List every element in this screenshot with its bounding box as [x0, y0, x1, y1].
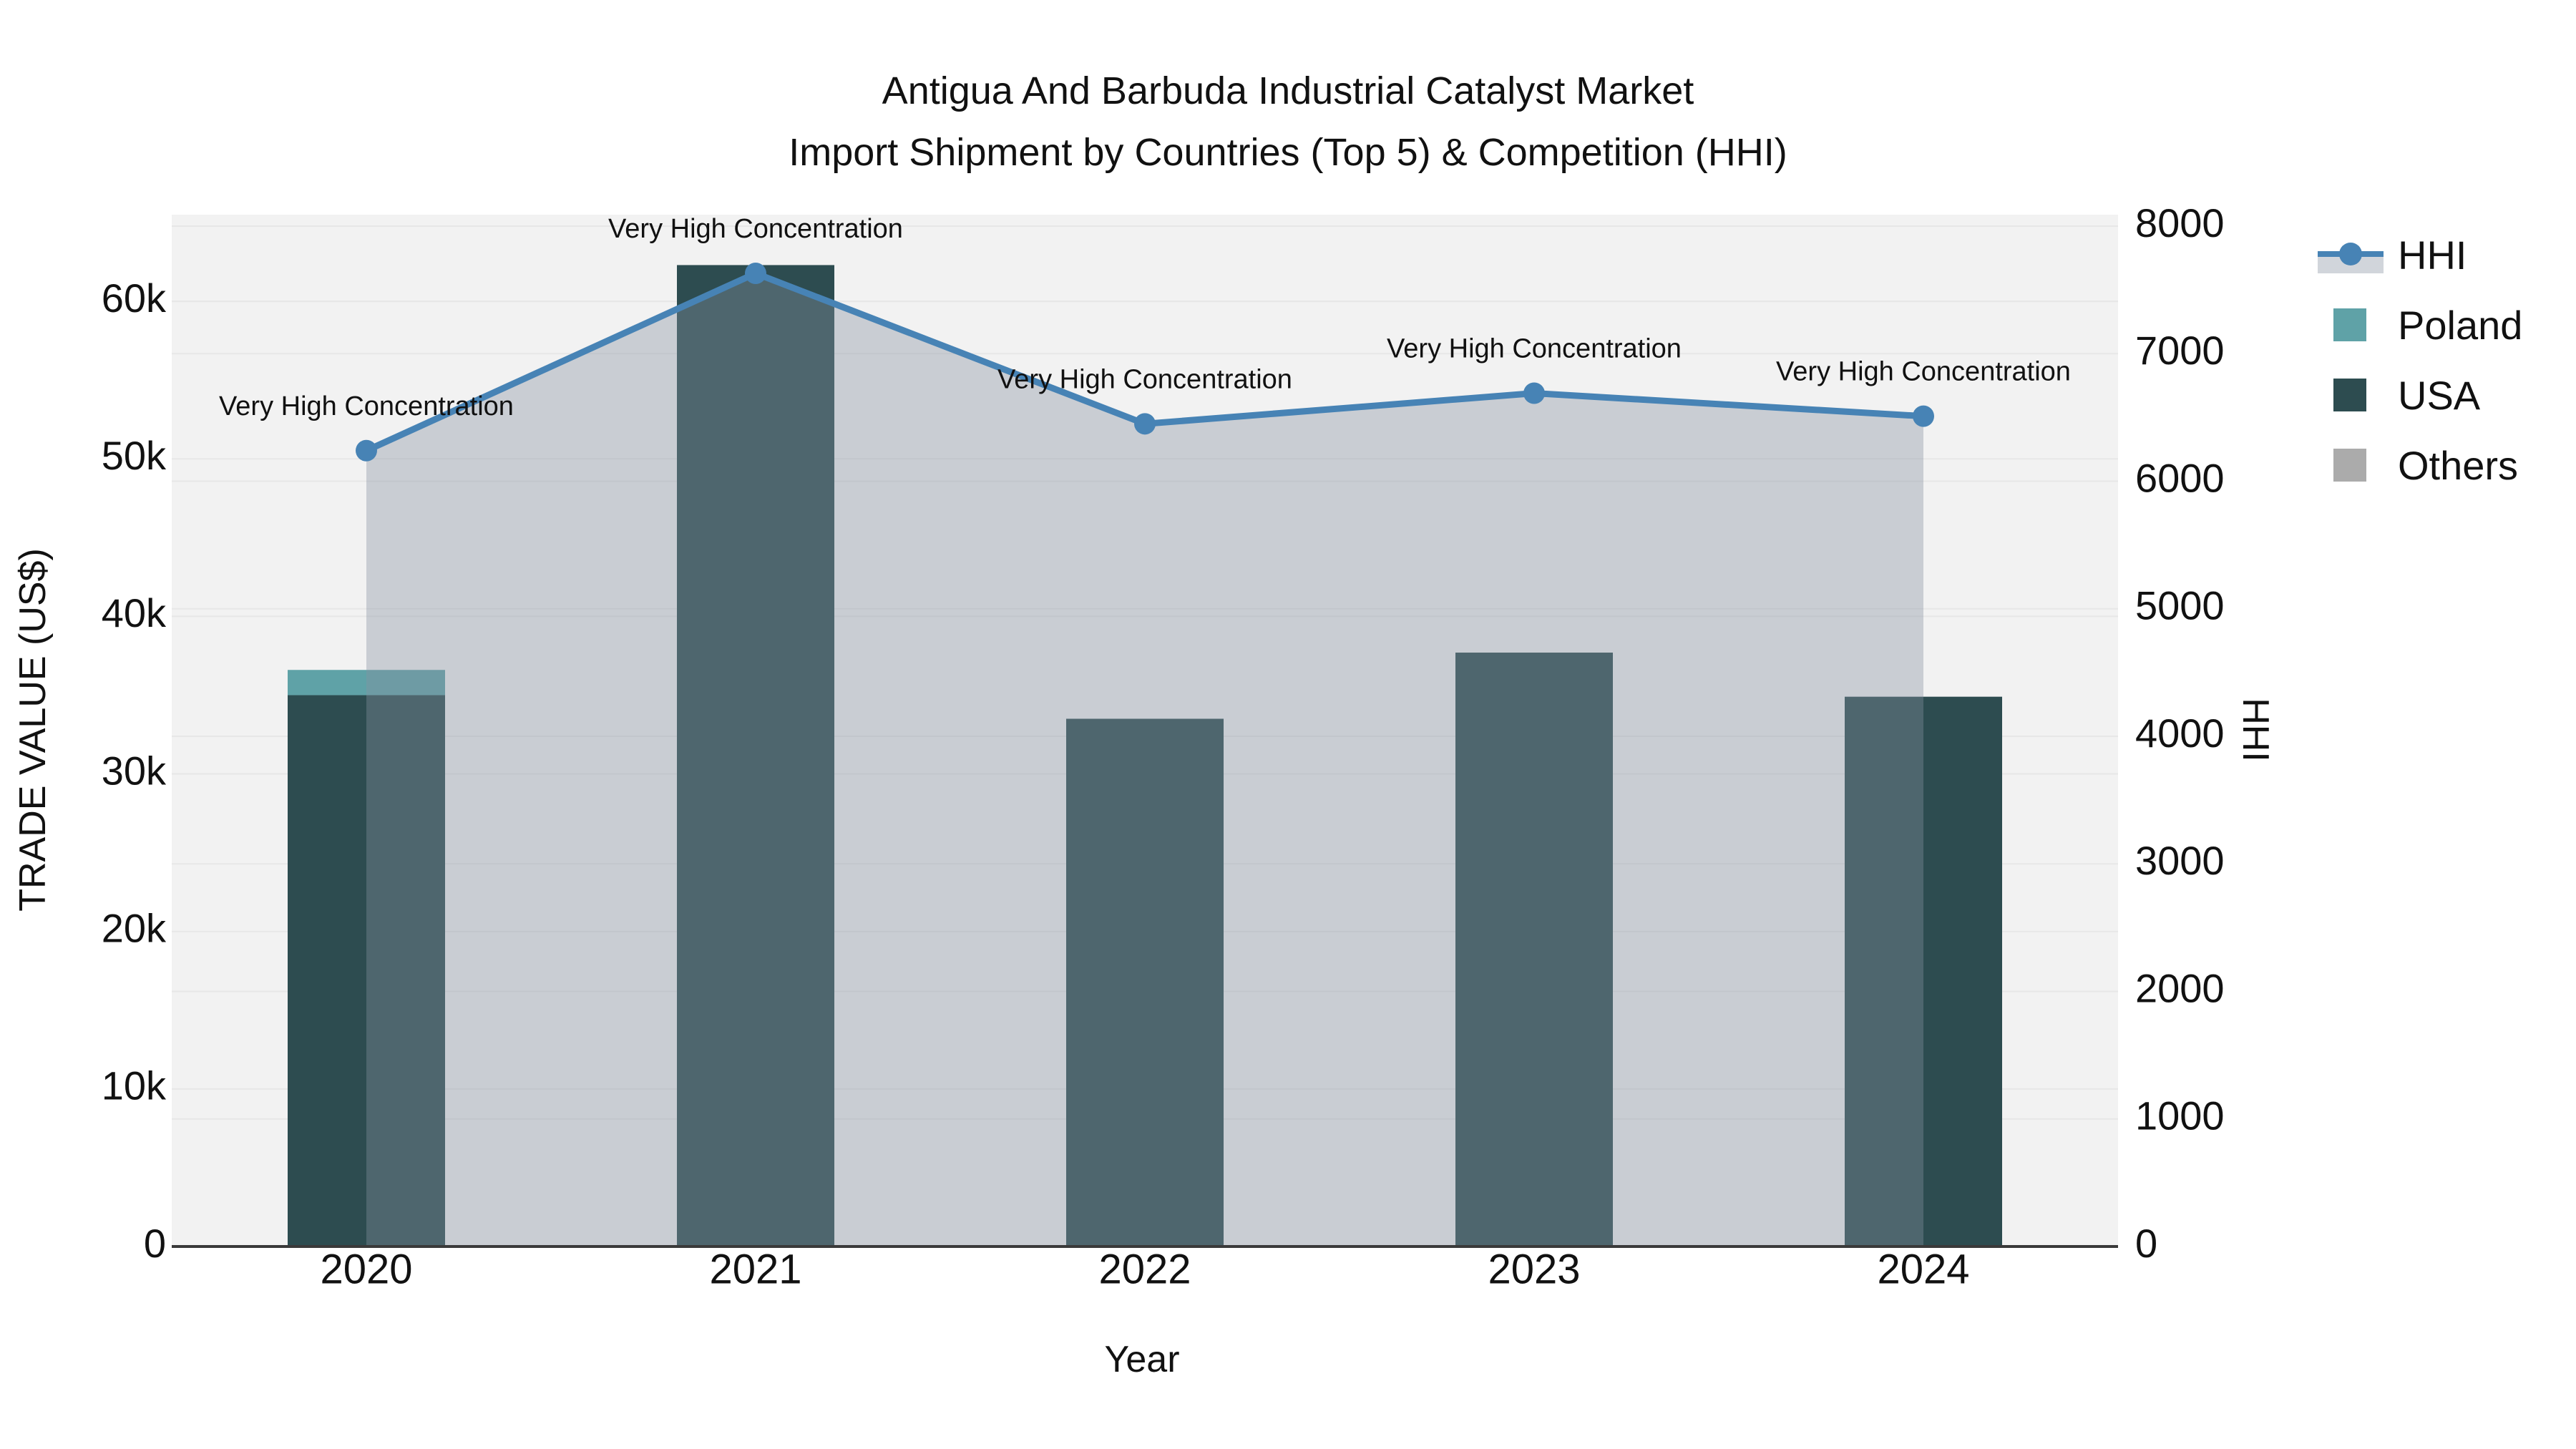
x-axis-title: Year [1104, 1339, 1180, 1380]
legend-item-hhi[interactable]: HHI [2316, 229, 2522, 280]
chart-title-line2: Import Shipment by Countries (Top 5) & C… [789, 131, 1787, 174]
legend-label-usa: USA [2398, 372, 2481, 418]
legend-label-others: Others [2398, 442, 2519, 488]
y-axis-title-left: TRADE VALUE (US$) [12, 548, 54, 912]
hhi-point-2024[interactable] [1913, 405, 1934, 427]
hhi-line-swatch-icon [2316, 229, 2385, 280]
y-left-tick-20k: 20k [102, 905, 167, 950]
legend-item-others[interactable]: Others [2316, 439, 2522, 491]
poland-swatch-icon [2316, 299, 2385, 351]
y-right-tick-3000: 3000 [2135, 838, 2225, 883]
legend-item-usa[interactable]: USA [2316, 369, 2522, 421]
annotation-2021: Very High Concentration [608, 214, 903, 244]
x-tick-2022: 2022 [1098, 1246, 1191, 1292]
y-right-tick-1000: 1000 [2135, 1093, 2225, 1138]
legend-item-poland[interactable]: Poland [2316, 299, 2522, 351]
y-right-tick-4000: 4000 [2135, 711, 2225, 756]
x-tick-2024: 2024 [1877, 1246, 1969, 1292]
y-left-tick-50k: 50k [102, 433, 167, 478]
chart-title-line1: Antigua And Barbuda Industrial Catalyst … [882, 69, 1694, 112]
annotation-2024: Very High Concentration [1776, 357, 2071, 387]
y-right-tick-2000: 2000 [2135, 965, 2225, 1010]
y-left-tick-0: 0 [144, 1221, 166, 1266]
y-axis-title-right: HHI [2235, 698, 2276, 762]
legend: HHI Poland USA Others [2316, 229, 2522, 509]
y-right-tick-7000: 7000 [2135, 328, 2225, 373]
y-left-tick-10k: 10k [102, 1063, 167, 1108]
y-left-tick-40k: 40k [102, 590, 167, 635]
figure: Very High Concentration Very High Concent… [0, 0, 2576, 1449]
chart-canvas: Very High Concentration Very High Concent… [102, 200, 2225, 1292]
hhi-point-2020[interactable] [356, 439, 377, 462]
hhi-point-2022[interactable] [1134, 413, 1156, 435]
y-right-tick-5000: 5000 [2135, 583, 2225, 628]
hhi-point-2021[interactable] [745, 262, 766, 284]
y-right-tick-6000: 6000 [2135, 455, 2225, 500]
legend-label-poland: Poland [2398, 302, 2523, 348]
y-left-tick-30k: 30k [102, 748, 167, 793]
y-right-tick-8000: 8000 [2135, 200, 2225, 245]
legend-label-hhi: HHI [2398, 232, 2467, 278]
hhi-point-2023[interactable] [1523, 382, 1545, 404]
usa-swatch-icon [2316, 369, 2385, 421]
chart-title: Antigua And Barbuda Industrial Catalyst … [0, 60, 2576, 183]
x-tick-2021: 2021 [709, 1246, 801, 1292]
annotation-2022: Very High Concentration [997, 364, 1292, 394]
others-swatch-icon [2316, 439, 2385, 491]
x-tick-2020: 2020 [320, 1246, 412, 1292]
y-right-tick-0: 0 [2135, 1221, 2157, 1266]
annotation-2023: Very High Concentration [1387, 334, 1682, 364]
x-tick-2023: 2023 [1488, 1246, 1580, 1292]
annotation-2020: Very High Concentration [219, 391, 514, 421]
y-left-tick-60k: 60k [102, 275, 167, 321]
